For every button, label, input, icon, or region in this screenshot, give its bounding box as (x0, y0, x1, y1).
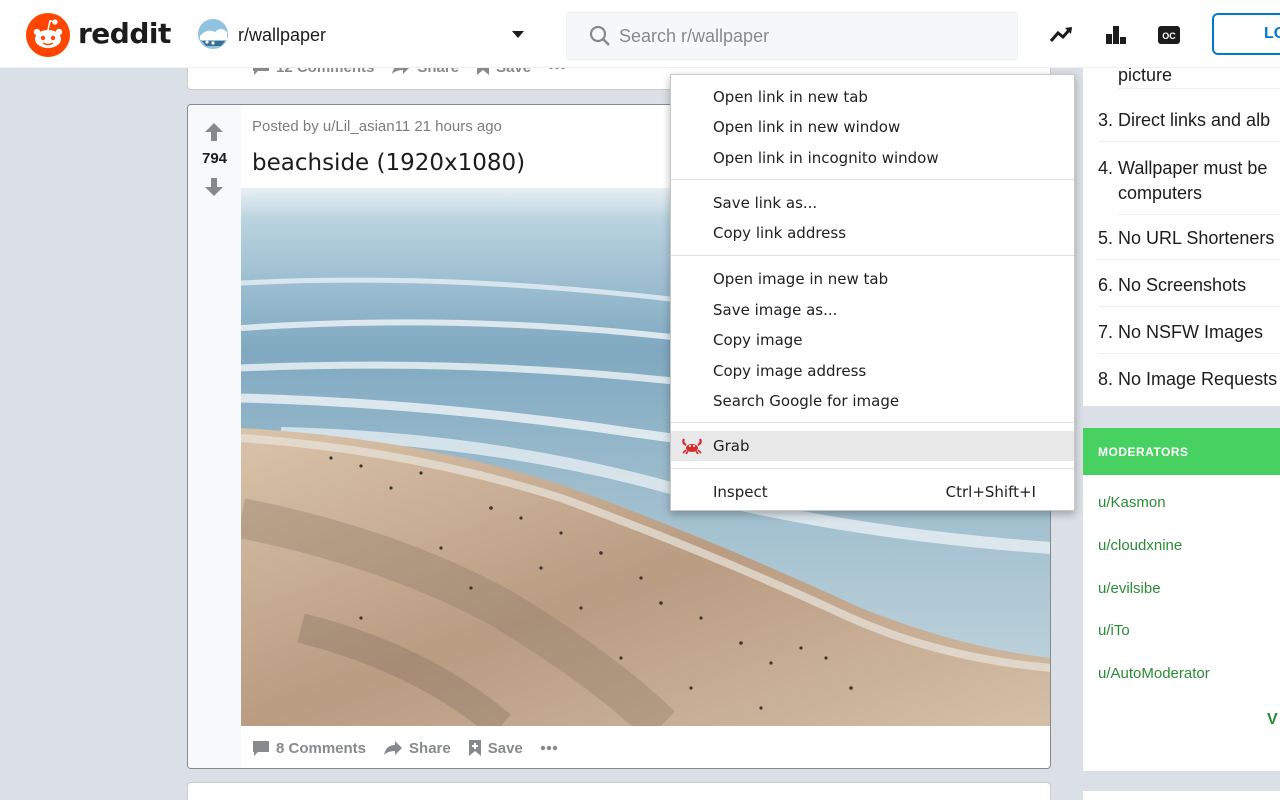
rule-item[interactable]: 4. Wallpaper must be (1098, 156, 1280, 181)
menu-grab[interactable]: Grab (671, 431, 1074, 461)
moderator-link[interactable]: u/AutoModerator (1098, 665, 1210, 682)
menu-save-link-as[interactable]: Save link as... (671, 188, 1074, 218)
context-menu: Open link in new tab Open link in new wi… (670, 74, 1075, 511)
moderator-link[interactable]: u/Kasmon (1098, 494, 1166, 511)
rule-item[interactable]: 3. Direct links and alb (1098, 108, 1280, 142)
menu-copy-image[interactable]: Copy image (671, 325, 1074, 355)
save-button[interactable]: Save (468, 739, 523, 757)
upvote-icon[interactable] (204, 122, 224, 142)
oc-icon[interactable]: OC (1156, 22, 1182, 48)
post-meta[interactable]: Posted by u/Lil_asian11 21 hours ago (252, 118, 502, 135)
menu-separator (671, 255, 1074, 256)
bookmark-plus-icon (468, 740, 481, 756)
search-icon (589, 25, 610, 46)
rule-item[interactable]: 6. No Screenshots (1098, 273, 1280, 307)
view-all-moderators-link[interactable]: V (1267, 711, 1278, 729)
moderators-card: MODERATORS u/Kasmon u/cloudxnine u/evils… (1083, 428, 1280, 771)
menu-inspect-label: Inspect (713, 483, 768, 501)
menu-inspect-shortcut: Ctrl+Shift+I (945, 483, 1036, 501)
menu-inspect[interactable]: Inspect Ctrl+Shift+I (671, 477, 1074, 507)
crab-icon (682, 438, 702, 455)
menu-grab-label: Grab (713, 437, 750, 455)
menu-copy-link-address[interactable]: Copy link address (671, 218, 1074, 248)
moderators-header: MODERATORS (1083, 428, 1280, 475)
comments-button[interactable]: 8 Comments (252, 740, 366, 757)
rules-card: picture 3. Direct links and alb 4. Wallp… (1083, 50, 1280, 406)
subreddit-icon (198, 19, 228, 49)
top-bar: reddit r/wallpaper OC LO (0, 0, 1280, 68)
comment-icon (253, 740, 269, 756)
rule-item[interactable]: 8. No Image Requests (1098, 367, 1280, 392)
subreddit-switcher[interactable]: r/wallpaper (193, 16, 533, 56)
save-label: Save (487, 739, 523, 757)
next-post[interactable] (187, 782, 1051, 800)
menu-separator (671, 468, 1074, 469)
share-icon (384, 741, 403, 755)
more-options-icon[interactable] (540, 745, 564, 751)
search-bar[interactable] (566, 12, 1018, 60)
comments-label: 8 Comments (276, 739, 367, 757)
reddit-wordmark[interactable]: reddit (78, 17, 171, 50)
menu-separator (671, 179, 1074, 180)
rule-item-continued: computers (1118, 181, 1280, 215)
share-button[interactable]: Share (383, 740, 451, 757)
menu-separator (671, 422, 1074, 423)
post-title[interactable]: beachside (1920x1080) (252, 150, 525, 176)
menu-save-image-as[interactable]: Save image as... (671, 295, 1074, 325)
vote-column: 794 (188, 105, 241, 768)
share-label: Share (409, 739, 451, 757)
menu-open-image-new-tab[interactable]: Open image in new tab (671, 264, 1074, 294)
menu-open-link-incognito[interactable]: Open link in incognito window (671, 143, 1074, 173)
subreddit-name: r/wallpaper (238, 25, 327, 45)
leaderboard-icon[interactable] (1103, 22, 1129, 48)
login-button[interactable]: LO (1212, 13, 1280, 55)
menu-copy-image-address[interactable]: Copy image address (671, 356, 1074, 386)
moderator-link[interactable]: u/evilsibe (1098, 580, 1161, 597)
menu-search-google-image[interactable]: Search Google for image (671, 386, 1074, 416)
moderator-link[interactable]: u/cloudxnine (1098, 537, 1182, 554)
sidebar-next-card (1083, 791, 1280, 800)
svg-text:OC: OC (1162, 31, 1176, 41)
rule-item[interactable]: 7. No NSFW Images (1098, 320, 1280, 354)
trending-icon[interactable] (1049, 22, 1075, 48)
downvote-icon[interactable] (204, 177, 224, 197)
menu-open-link-new-window[interactable]: Open link in new window (671, 112, 1074, 142)
menu-open-link-new-tab[interactable]: Open link in new tab (671, 82, 1074, 112)
reddit-logo-icon[interactable] (26, 13, 70, 57)
ellipsis-icon (540, 745, 557, 751)
search-input[interactable] (619, 21, 999, 51)
post-actions: 8 Comments Share Save (252, 737, 581, 759)
rule-item[interactable]: 5. No URL Shorteners (1098, 226, 1280, 260)
moderator-link[interactable]: u/iTo (1098, 622, 1130, 639)
chevron-down-icon (512, 31, 524, 38)
vote-count: 794 (201, 150, 228, 167)
